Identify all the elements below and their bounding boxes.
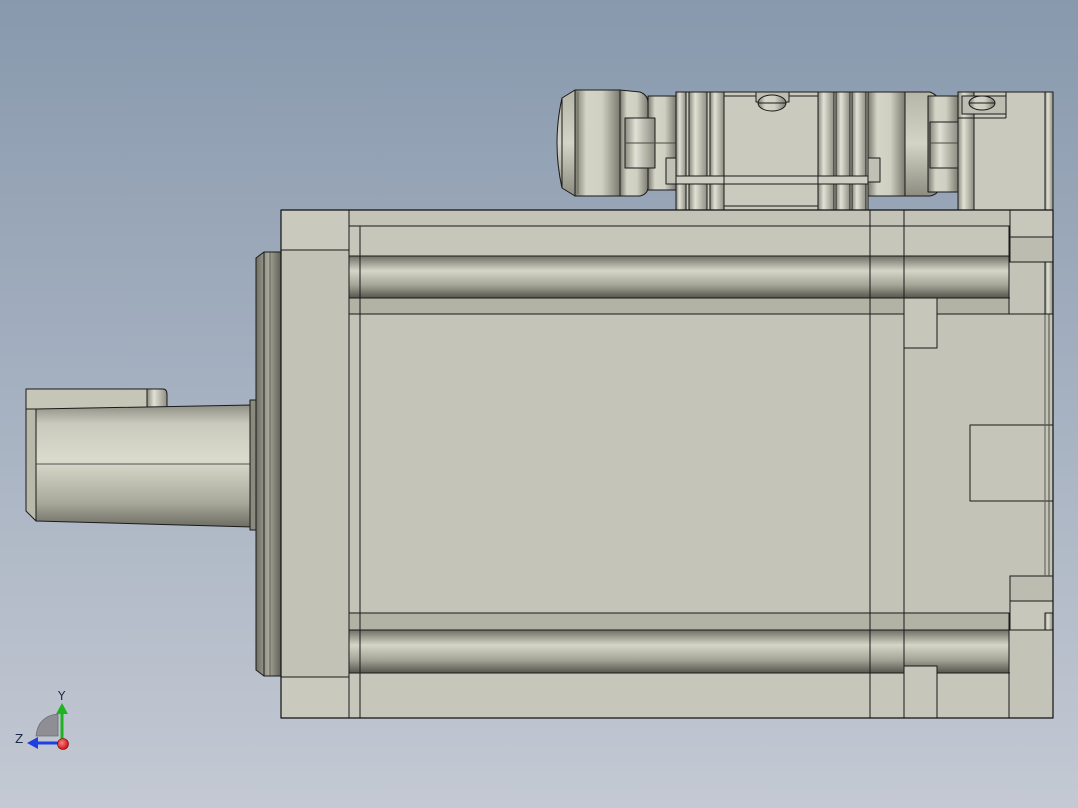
power-connector[interactable] <box>556 89 869 211</box>
z-axis-label: Z <box>15 732 24 746</box>
triad-arc <box>35 713 59 737</box>
y-axis-label: Y <box>58 689 66 703</box>
x-axis-point <box>57 738 69 750</box>
mounting-flange[interactable] <box>280 209 350 719</box>
view-orientation-triad[interactable] <box>27 703 69 750</box>
graphics-viewport[interactable]: Y Z <box>0 0 1078 808</box>
encoder-connector[interactable] <box>867 91 1054 211</box>
pilot-boss[interactable] <box>255 251 282 677</box>
motor-shaft[interactable] <box>25 388 257 531</box>
z-axis-arrowhead <box>27 737 38 749</box>
cad-model-view[interactable] <box>0 0 1078 808</box>
y-axis-arrowhead <box>56 703 68 714</box>
